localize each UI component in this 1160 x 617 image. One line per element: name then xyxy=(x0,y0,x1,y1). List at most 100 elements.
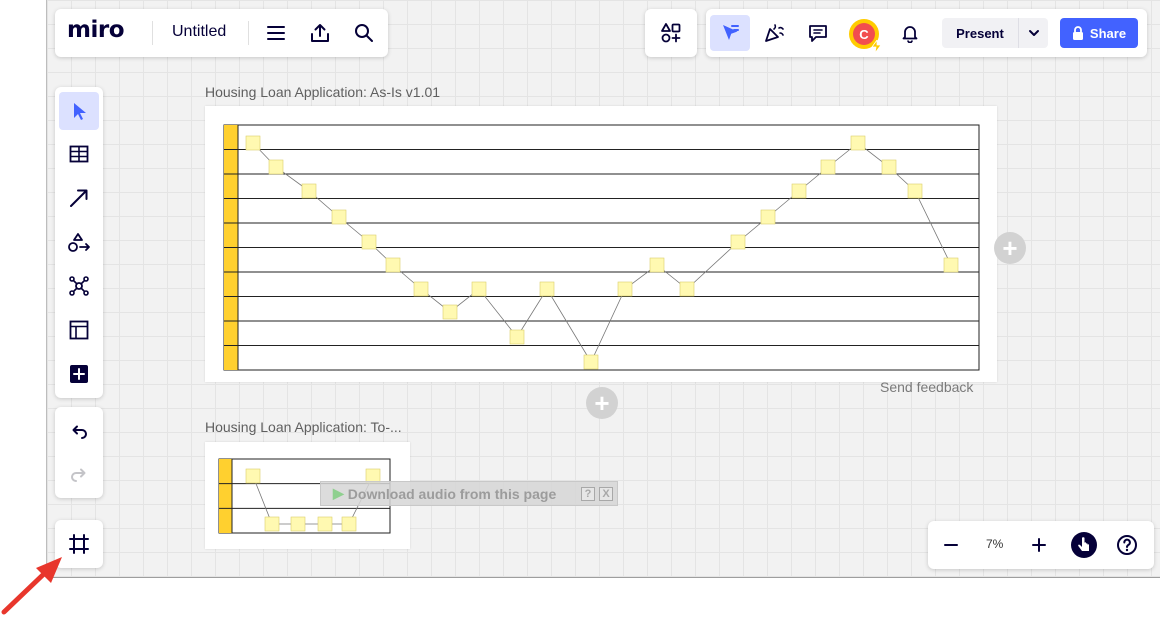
present-label: Present xyxy=(956,25,1004,41)
mind-map-button[interactable] xyxy=(61,268,97,304)
sticky-note[interactable] xyxy=(791,183,807,199)
history-toolbar xyxy=(55,407,103,498)
main-menu-button[interactable] xyxy=(258,15,294,51)
apps-button[interactable] xyxy=(653,15,689,51)
comments-button[interactable] xyxy=(800,15,836,51)
select-tool-button[interactable] xyxy=(59,92,99,130)
help-icon[interactable]: ? xyxy=(581,486,595,501)
sticky-note[interactable] xyxy=(264,516,280,532)
sticky-note[interactable] xyxy=(649,257,665,273)
lane-header-column xyxy=(219,459,232,533)
cursor-select-icon xyxy=(723,25,739,40)
menu-icon xyxy=(267,26,285,40)
notifications-button[interactable] xyxy=(892,15,928,51)
undo-icon xyxy=(72,425,87,439)
table-tool-button[interactable] xyxy=(61,136,97,172)
sticky-note[interactable] xyxy=(290,516,306,532)
help-button[interactable] xyxy=(1109,527,1145,563)
add-more-tools-button[interactable] xyxy=(61,356,97,392)
shapes-tool-button[interactable] xyxy=(61,224,97,260)
sticky-note[interactable] xyxy=(268,159,284,175)
zoom-in-icon xyxy=(1032,538,1046,552)
zoom-in-button[interactable] xyxy=(1021,527,1057,563)
sticky-note[interactable] xyxy=(907,183,923,199)
divider xyxy=(248,21,249,45)
redo-button[interactable] xyxy=(61,457,97,493)
download-audio-bar[interactable]: ▶ Download audio from this page ? X xyxy=(320,481,618,506)
shapes-tool-icon xyxy=(68,233,90,252)
sticky-note[interactable] xyxy=(509,329,525,345)
sticky-note[interactable] xyxy=(583,354,599,370)
lightning-badge-icon xyxy=(871,40,882,53)
sticky-note[interactable] xyxy=(301,183,317,199)
export-button[interactable] xyxy=(302,15,338,51)
present-options-dropdown[interactable] xyxy=(1018,18,1048,48)
export-icon xyxy=(311,24,329,42)
sticky-note[interactable] xyxy=(245,135,261,151)
sticky-note[interactable] xyxy=(341,516,357,532)
sticky-note[interactable] xyxy=(361,234,377,250)
search-icon xyxy=(355,24,373,42)
board-menu-panel: miro Untitled xyxy=(55,9,388,57)
add-frame-right-button[interactable]: + xyxy=(994,232,1026,264)
sticky-note[interactable] xyxy=(331,209,347,225)
board-navigation-button[interactable] xyxy=(1066,527,1102,563)
sticky-note[interactable] xyxy=(943,257,959,273)
mind-map-icon xyxy=(69,276,89,296)
frame-title-as-is[interactable]: Housing Loan Application: As-Is v1.01 xyxy=(205,84,440,100)
annotation-arrow-icon xyxy=(1,557,62,615)
sticky-note[interactable] xyxy=(820,159,836,175)
add-frame-below-button[interactable]: + xyxy=(586,387,618,419)
sticky-note[interactable] xyxy=(539,281,555,297)
undo-button[interactable] xyxy=(61,414,97,450)
help-icon xyxy=(1117,535,1137,555)
creation-toolbar xyxy=(55,87,103,398)
collaboration-panel: C Present Share xyxy=(706,9,1147,57)
miro-logo[interactable]: miro xyxy=(67,17,125,43)
play-icon: ▶ xyxy=(333,485,344,501)
apps-icon xyxy=(661,23,681,43)
celebrate-button[interactable] xyxy=(756,15,792,51)
zoom-level[interactable]: 7% xyxy=(986,537,1003,551)
sticky-note[interactable] xyxy=(850,135,866,151)
sticky-note[interactable] xyxy=(442,304,458,320)
sticky-note[interactable] xyxy=(317,516,333,532)
close-icon[interactable]: X xyxy=(599,486,613,501)
apps-panel xyxy=(645,9,697,57)
cursor-select-button[interactable] xyxy=(710,15,750,51)
download-audio-label: Download audio from this page xyxy=(347,485,557,502)
sticky-note[interactable] xyxy=(617,281,633,297)
miro-board-window: Housing Loan Application: As-Is v1.01 Se… xyxy=(0,0,1160,617)
celebrate-icon xyxy=(765,24,784,42)
zoom-out-button[interactable] xyxy=(933,527,969,563)
zoom-out-icon xyxy=(944,544,958,546)
present-button[interactable]: Present xyxy=(942,18,1048,48)
board-title[interactable]: Untitled xyxy=(172,23,226,41)
sticky-note[interactable] xyxy=(730,234,746,250)
add-more-icon xyxy=(70,365,88,383)
frame-title-to-be[interactable]: Housing Loan Application: To-... xyxy=(205,419,402,435)
swimlane-diagram-as-is xyxy=(223,124,980,371)
send-feedback-link[interactable]: Send feedback xyxy=(880,379,973,395)
connection-line-button[interactable] xyxy=(61,180,97,216)
divider xyxy=(152,21,153,45)
sticky-note[interactable] xyxy=(245,468,261,484)
share-button[interactable]: Share xyxy=(1060,18,1138,48)
search-button[interactable] xyxy=(346,15,382,51)
notifications-icon xyxy=(902,26,918,43)
sticky-note[interactable] xyxy=(471,281,487,297)
sticky-note[interactable] xyxy=(413,281,429,297)
avatar[interactable]: C xyxy=(849,19,882,53)
frame-as-is[interactable] xyxy=(205,106,997,382)
frame-template-icon xyxy=(69,320,89,340)
sticky-note[interactable] xyxy=(385,257,401,273)
frames-icon xyxy=(69,534,89,554)
comments-icon xyxy=(809,25,827,42)
sticky-note[interactable] xyxy=(881,159,897,175)
table-tool-icon xyxy=(69,145,89,163)
chevron-down-icon xyxy=(1028,30,1039,36)
select-tool-icon xyxy=(74,103,86,120)
sticky-note[interactable] xyxy=(760,209,776,225)
sticky-note[interactable] xyxy=(679,281,695,297)
frame-template-button[interactable] xyxy=(61,312,97,348)
